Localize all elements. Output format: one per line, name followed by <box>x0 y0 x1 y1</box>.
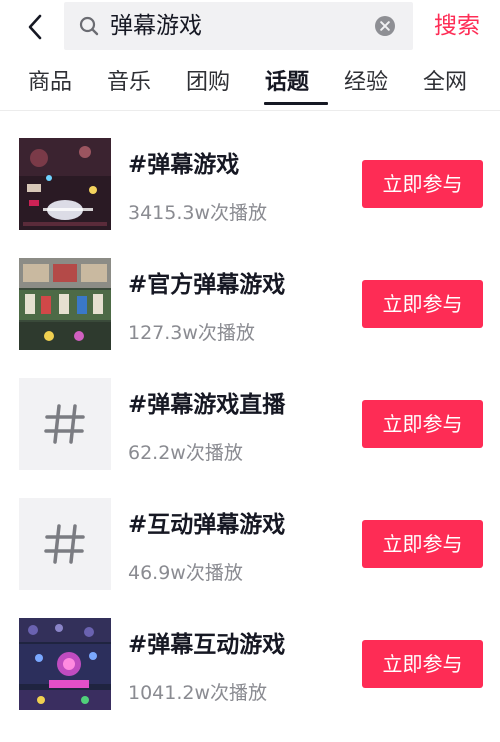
tab-music[interactable]: 音乐 <box>107 66 151 100</box>
topic-title: #互动弹幕游戏 <box>128 512 286 538</box>
list-item[interactable]: #弹幕游戏直播 62.2w次播放 立即参与 <box>0 360 500 480</box>
tab-topics[interactable]: 话题 <box>265 66 309 100</box>
topic-play-count: 3415.3w次播放 <box>128 202 268 224</box>
tab-products[interactable]: 商品 <box>28 66 72 100</box>
chevron-left-icon <box>28 14 42 40</box>
search-results-screen: 弹幕游戏 搜索 商品 音乐 团购 话题 经验 全网 #弹幕游戏 3415.3w次… <box>0 0 500 742</box>
topic-title: #弹幕游戏 <box>128 152 240 178</box>
topic-play-count: 1041.2w次播放 <box>128 682 268 704</box>
clear-icon[interactable] <box>374 15 396 37</box>
back-button[interactable] <box>18 8 52 46</box>
topic-play-count: 46.9w次播放 <box>128 562 243 584</box>
topic-title: #弹幕互动游戏 <box>128 632 286 658</box>
join-topic-button[interactable]: 立即参与 <box>362 160 483 208</box>
tab-experience[interactable]: 经验 <box>344 66 388 100</box>
tab-web[interactable]: 全网 <box>423 66 467 100</box>
hashtag-icon <box>19 498 111 590</box>
search-button[interactable]: 搜索 <box>434 4 480 48</box>
search-input[interactable]: 弹幕游戏 <box>64 2 413 50</box>
topic-thumbnail <box>19 618 111 710</box>
join-topic-button[interactable]: 立即参与 <box>362 400 483 448</box>
search-query-text: 弹幕游戏 <box>110 13 202 39</box>
topic-thumbnail <box>19 258 111 350</box>
hashtag-icon <box>19 378 111 470</box>
game-screenshot-thumbnail <box>19 258 111 350</box>
category-tabs: 商品 音乐 团购 话题 经验 全网 <box>0 54 500 111</box>
list-item[interactable]: #官方弹幕游戏 127.3w次播放 立即参与 <box>0 240 500 360</box>
list-item[interactable]: #弹幕互动游戏 1041.2w次播放 立即参与 <box>0 600 500 720</box>
search-icon <box>79 16 99 36</box>
topic-title: #弹幕游戏直播 <box>128 392 286 418</box>
topic-play-count: 62.2w次播放 <box>128 442 243 464</box>
join-topic-button[interactable]: 立即参与 <box>362 280 483 328</box>
game-screenshot-thumbnail <box>19 138 111 230</box>
topic-thumbnail <box>19 498 111 590</box>
search-bar: 弹幕游戏 搜索 <box>0 0 500 54</box>
join-topic-button[interactable]: 立即参与 <box>362 520 483 568</box>
active-tab-indicator <box>264 102 328 105</box>
list-item[interactable]: #弹幕游戏 3415.3w次播放 立即参与 <box>0 120 500 240</box>
topic-thumbnail <box>19 138 111 230</box>
topic-title: #官方弹幕游戏 <box>128 272 286 298</box>
topic-play-count: 127.3w次播放 <box>128 322 255 344</box>
join-topic-button[interactable]: 立即参与 <box>362 640 483 688</box>
list-item[interactable]: #互动弹幕游戏 46.9w次播放 立即参与 <box>0 480 500 600</box>
topic-thumbnail <box>19 378 111 470</box>
game-screenshot-thumbnail <box>19 618 111 710</box>
tab-group-buy[interactable]: 团购 <box>186 66 230 100</box>
